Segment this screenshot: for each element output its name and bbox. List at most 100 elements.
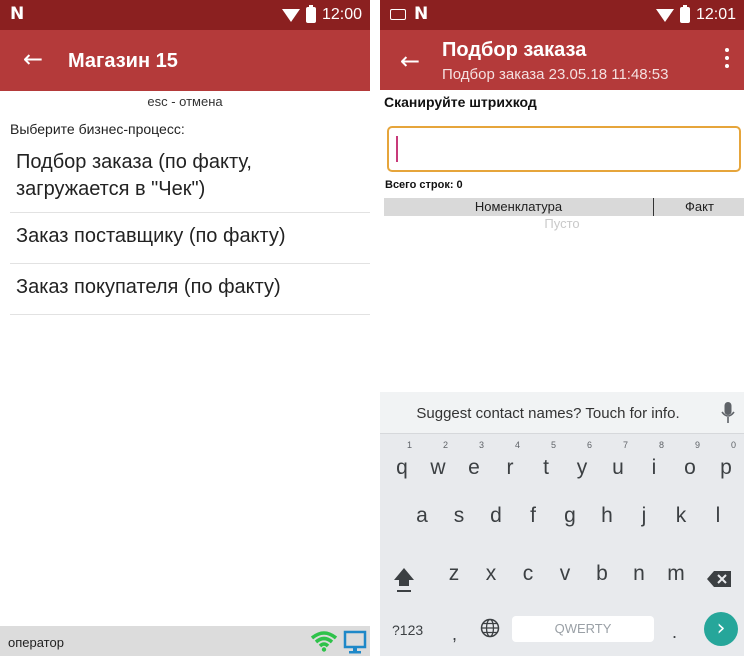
microphone-icon[interactable] [721, 401, 735, 425]
computer-icon [343, 630, 367, 654]
process-prompt: Выберите бизнес-процесс: [10, 121, 185, 137]
key-label: b [596, 562, 608, 585]
process-item-supplier-order[interactable]: Заказ поставщику (по факту) [10, 213, 370, 264]
key-j[interactable]: j [626, 498, 662, 550]
key-hint: 9 [694, 440, 700, 450]
bottom-bar: оператор [0, 626, 370, 656]
status-bar: N 12:00 [0, 0, 370, 30]
process-item-line2: загружается в "Чек") [16, 178, 206, 200]
key-hint: 8 [658, 440, 664, 450]
key-h[interactable]: h [589, 498, 625, 550]
key-hint: 3 [478, 440, 484, 450]
rows-count: Всего строк: 0 [385, 179, 463, 191]
notification-n-icon: N [10, 4, 25, 24]
key-label: s [453, 504, 465, 527]
overflow-menu-icon[interactable] [724, 48, 730, 68]
keyboard-status-icon [390, 9, 406, 20]
key-s[interactable]: s [441, 498, 477, 550]
key-hint: 5 [550, 440, 556, 450]
key-i[interactable]: 8i [636, 438, 672, 490]
esc-hint: esc - отмена [147, 94, 223, 109]
key-label: q [396, 456, 408, 479]
key-z[interactable]: z [436, 554, 472, 606]
key-hint: 4 [514, 440, 520, 450]
barcode-input[interactable] [387, 126, 741, 172]
period-key[interactable]: . [672, 622, 677, 643]
key-label: m [667, 562, 685, 585]
key-label: p [720, 456, 732, 479]
back-arrow-icon[interactable]: ← [23, 47, 43, 71]
key-y[interactable]: 6y [564, 438, 600, 490]
key-n[interactable]: n [621, 554, 657, 606]
key-p[interactable]: 0p [708, 438, 744, 490]
suggestion-strip[interactable]: Suggest contact names? Touch for info. [380, 392, 744, 434]
key-label: f [530, 504, 536, 527]
key-o[interactable]: 9o [672, 438, 708, 490]
key-v[interactable]: v [547, 554, 583, 606]
process-item-order-picking[interactable]: Подбор заказа (по факту, загружается в "… [10, 140, 370, 213]
battery-icon [679, 5, 690, 23]
back-arrow-icon[interactable]: ← [400, 49, 420, 73]
toolbar-title: Магазин 15 [68, 50, 178, 72]
key-label: w [430, 456, 446, 479]
process-item-customer-order[interactable]: Заказ покупателя (по факту) [10, 264, 370, 315]
key-t[interactable]: 5t [528, 438, 564, 490]
status-right: 12:00 [281, 5, 362, 24]
comma-key[interactable]: , [452, 624, 457, 645]
globe-icon[interactable] [480, 618, 500, 638]
keyboard-row-2: asdf g h j k l [380, 498, 744, 554]
column-header-nomenclature[interactable]: Номенклатура [384, 198, 654, 216]
key-label: h [601, 504, 613, 527]
key-label: y [576, 456, 588, 479]
key-hint: 7 [622, 440, 628, 450]
key-label: x [485, 562, 497, 585]
space-key[interactable]: QWERTY [512, 616, 654, 642]
key-m[interactable]: m [658, 554, 694, 606]
key-w[interactable]: 2w [420, 438, 456, 490]
key-label: j [641, 504, 647, 527]
key-label: v [559, 562, 571, 585]
status-time: 12:00 [321, 6, 362, 23]
key-u[interactable]: 7u [600, 438, 636, 490]
operator-label: оператор [8, 635, 64, 650]
key-hint: 6 [586, 440, 592, 450]
status-bar: N 12:01 [380, 0, 744, 30]
key-label: u [612, 456, 624, 479]
key-k[interactable]: k [663, 498, 699, 550]
process-item-line1: Подбор заказа (по факту, [16, 151, 252, 173]
key-label: g [564, 504, 576, 527]
key-x[interactable]: x [473, 554, 509, 606]
right-screen: N 12:01 ← Подбор заказа Подбор заказа 23… [380, 0, 744, 656]
key-label: i [651, 456, 657, 479]
wifi-signal-icon [310, 631, 338, 652]
key-label: l [715, 504, 721, 527]
shift-icon[interactable] [392, 566, 416, 594]
key-e[interactable]: 3e [456, 438, 492, 490]
empty-table-text: Пусто [544, 216, 580, 231]
symbols-key[interactable]: ?123 [392, 622, 423, 638]
key-hint: 0 [730, 440, 736, 450]
key-l[interactable]: l [700, 498, 736, 550]
notification-n-icon: N [414, 4, 429, 24]
backspace-icon[interactable] [706, 570, 732, 588]
column-header-fact[interactable]: Факт [655, 198, 744, 216]
key-c[interactable]: c [510, 554, 546, 606]
key-q[interactable]: 1q [384, 438, 420, 490]
battery-icon [305, 5, 316, 23]
key-r[interactable]: 4r [492, 438, 528, 490]
enter-key[interactable]: › [704, 612, 738, 646]
key-label: r [506, 456, 514, 479]
key-g[interactable]: g [552, 498, 588, 550]
suggestion-text: Suggest contact names? Touch for info. [416, 405, 680, 422]
keyboard-row-3: z x c v b nm [380, 554, 744, 610]
key-b[interactable]: b [584, 554, 620, 606]
key-a[interactable]: a [404, 498, 440, 550]
key-d[interactable]: d [478, 498, 514, 550]
toolbar-subtitle: Подбор заказа 23.05.18 11:48:53 [442, 66, 669, 83]
key-hint: 2 [442, 440, 448, 450]
status-time: 12:01 [695, 6, 736, 23]
key-f[interactable]: f [515, 498, 551, 550]
app-toolbar: ← Магазин 15 [0, 30, 370, 91]
key-label: o [684, 456, 696, 479]
key-label: k [675, 504, 687, 527]
